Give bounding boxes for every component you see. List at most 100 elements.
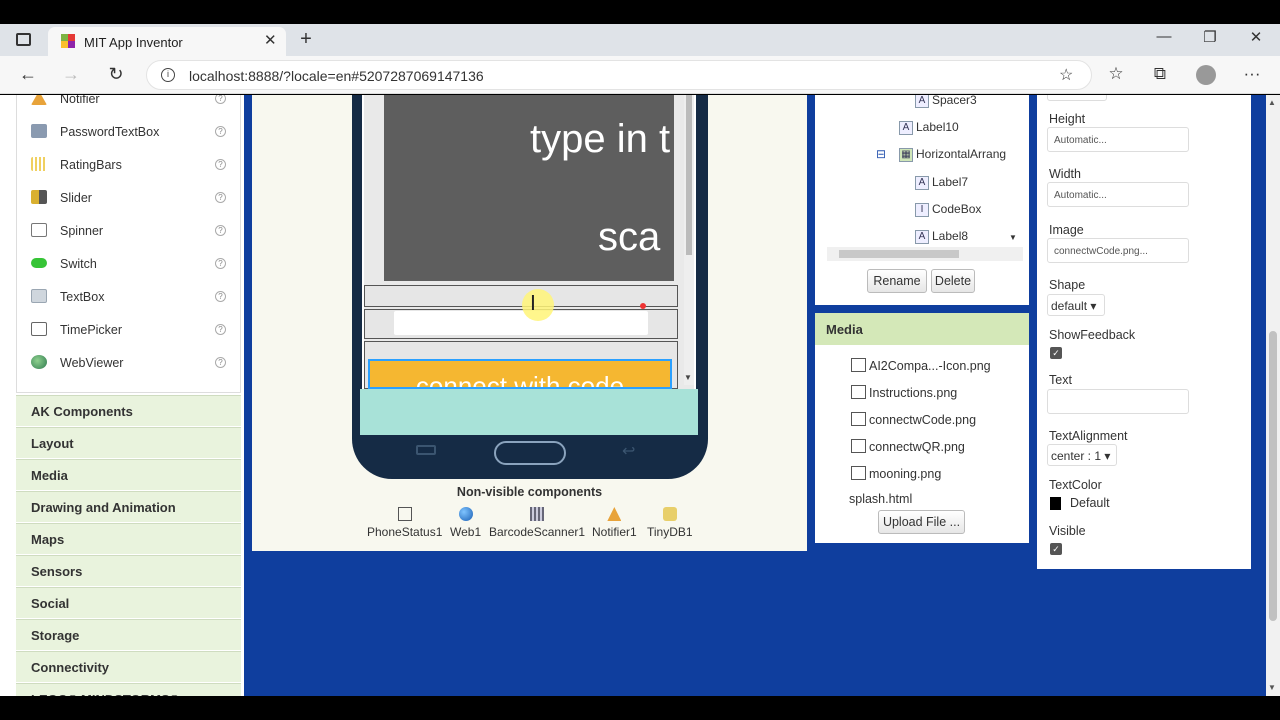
tab-actions-icon[interactable]	[16, 33, 31, 46]
nonvisible-phonestatus[interactable]: PhoneStatus1	[367, 507, 442, 539]
textcolor-swatch[interactable]	[1050, 497, 1061, 510]
palette-item-timepicker[interactable]: TimePicker ?	[17, 314, 242, 347]
palette-item-slider[interactable]: Slider ?	[17, 182, 242, 215]
nonvisible-barcodescanner[interactable]: BarcodeScanner1	[489, 507, 585, 539]
profile-avatar[interactable]	[1196, 65, 1216, 85]
tree-node-codebox[interactable]: I CodeBox	[915, 202, 981, 217]
more-menu-icon[interactable]: ···	[1240, 64, 1264, 84]
tree-node-label7[interactable]: A Label7	[915, 175, 968, 190]
category-ak-components[interactable]: AK Components	[16, 395, 241, 426]
category-storage[interactable]: Storage	[16, 619, 241, 650]
codebox-input[interactable]	[394, 311, 648, 335]
visible-checkbox[interactable]: ✓	[1050, 543, 1062, 555]
nonvisible-web[interactable]: Web1	[450, 507, 481, 539]
media-file[interactable]: AI2Compa...-Icon.png	[851, 358, 991, 373]
help-icon[interactable]: ?	[215, 291, 226, 302]
category-sensors[interactable]: Sensors	[16, 555, 241, 586]
restore-icon[interactable]: ❐	[1199, 28, 1221, 46]
address-bar[interactable]: i localhost:8888/?locale=en#520728706914…	[146, 60, 1092, 90]
screen-scrollbar[interactable]: ▼	[684, 95, 694, 385]
media-file[interactable]: mooning.png	[851, 466, 941, 481]
tree-node-spacer3[interactable]: A Spacer3	[915, 95, 977, 108]
delete-button[interactable]: Delete	[931, 269, 975, 293]
window-close-icon[interactable]: ✕	[1245, 28, 1267, 46]
rename-button[interactable]: Rename	[867, 269, 927, 293]
browser-tab[interactable]: MIT App Inventor ✕	[48, 27, 286, 56]
help-icon[interactable]: ?	[215, 126, 226, 137]
category-drawing-and-animation[interactable]: Drawing and Animation	[16, 491, 241, 522]
help-icon[interactable]: ?	[215, 159, 226, 170]
scroll-up-icon[interactable]: ▲	[1268, 98, 1276, 107]
page-scrollbar[interactable]: ▲ ▼	[1266, 95, 1280, 696]
instruction-image[interactable]: type in t sca	[384, 95, 674, 281]
tree-node-horizontalarrangement[interactable]: ▦ HorizontalArrang	[899, 147, 1009, 162]
minimize-icon[interactable]: —	[1153, 28, 1175, 45]
screen-scroll-thumb[interactable]	[686, 95, 692, 255]
tree-node-label10[interactable]: A Label10	[899, 120, 959, 135]
url-text[interactable]: localhost:8888/?locale=en#52072870691471…	[189, 68, 484, 84]
image-file-icon	[851, 466, 866, 480]
nonvisible-notifier[interactable]: Notifier1	[592, 507, 637, 539]
text-input[interactable]	[1047, 389, 1189, 414]
showfeedback-checkbox[interactable]: ✓	[1050, 347, 1062, 359]
favorites-icon[interactable]: ☆	[1104, 64, 1128, 84]
property-input-partial[interactable]	[1047, 95, 1107, 101]
palette-item-label: RatingBars	[60, 158, 122, 172]
palette-item-switch[interactable]: Switch ?	[17, 248, 242, 281]
palette-item-ratingbars[interactable]: RatingBars ?	[17, 149, 242, 182]
tree-node-label8[interactable]: A Label8	[915, 229, 968, 244]
scroll-down-icon[interactable]: ▼	[1268, 683, 1276, 692]
palette-item-label: TextBox	[60, 290, 105, 304]
media-file[interactable]: connectwCode.png	[851, 412, 976, 427]
nonvisible-tinydb[interactable]: TinyDB1	[647, 507, 693, 539]
palette-item-textbox[interactable]: TextBox ?	[17, 281, 242, 314]
scroll-down-icon[interactable]: ▼	[684, 373, 692, 382]
help-icon[interactable]: ?	[215, 258, 226, 269]
palette-item-notifier[interactable]: Notifier ?	[17, 95, 242, 116]
palette-item-passwordtextbox[interactable]: PasswordTextBox ?	[17, 116, 242, 149]
phonestatus-icon	[397, 507, 412, 521]
collapse-icon[interactable]: ⊟	[876, 147, 886, 161]
screen-canvas[interactable]: type in t sca ▼ connect with code I	[360, 95, 698, 435]
media-file[interactable]: Instructions.png	[851, 385, 957, 400]
help-icon[interactable]: ?	[215, 95, 226, 104]
palette-item-webviewer[interactable]: WebViewer ?	[17, 347, 242, 380]
media-file[interactable]: connectwQR.png	[851, 439, 965, 454]
image-input[interactable]: connectwCode.png...	[1047, 238, 1189, 263]
textcolor-value[interactable]: Default	[1070, 496, 1110, 510]
visible-label: Visible	[1049, 524, 1086, 538]
media-file-splash[interactable]: splash.html	[849, 492, 912, 506]
height-input[interactable]: Automatic...	[1047, 127, 1189, 152]
page-scroll-thumb[interactable]	[1269, 331, 1277, 621]
collections-icon[interactable]: ⧉	[1148, 64, 1172, 84]
label-spacer[interactable]	[364, 285, 678, 307]
help-icon[interactable]: ?	[215, 324, 226, 335]
palette-item-spinner[interactable]: Spinner ?	[17, 215, 242, 248]
help-icon[interactable]: ?	[215, 225, 226, 236]
add-favorite-icon[interactable]: ☆	[1059, 65, 1073, 85]
tree-horizontal-scrollbar[interactable]	[827, 247, 1023, 261]
scroll-down-icon[interactable]: ▼	[1009, 233, 1017, 242]
site-info-icon[interactable]: i	[161, 68, 175, 82]
category-social[interactable]: Social	[16, 587, 241, 618]
tab-close-icon[interactable]: ✕	[264, 31, 277, 49]
connect-with-code-button[interactable]: connect with code	[368, 359, 672, 389]
category-media[interactable]: Media	[16, 459, 241, 490]
category-layout[interactable]: Layout	[16, 427, 241, 458]
category-connectivity[interactable]: Connectivity	[16, 651, 241, 682]
new-tab-button[interactable]: +	[296, 28, 316, 50]
reload-icon[interactable]: ↻	[104, 64, 128, 85]
width-input[interactable]: Automatic...	[1047, 182, 1189, 207]
shape-select[interactable]: default ▾	[1047, 294, 1105, 316]
home-button-icon	[494, 441, 566, 465]
category-lego-mindstorms[interactable]: LEGO® MINDSTORMS®	[16, 683, 241, 696]
help-icon[interactable]: ?	[215, 192, 226, 203]
category-maps[interactable]: Maps	[16, 523, 241, 554]
media-panel: Media AI2Compa...-Icon.png Instructions.…	[815, 313, 1029, 543]
forward-icon[interactable]: →	[59, 64, 83, 85]
tree-scroll-thumb[interactable]	[839, 250, 959, 258]
back-icon[interactable]: ←	[16, 64, 40, 85]
help-icon[interactable]: ?	[215, 357, 226, 368]
textalignment-select[interactable]: center : 1 ▾	[1047, 444, 1117, 466]
upload-file-button[interactable]: Upload File ...	[878, 510, 965, 534]
